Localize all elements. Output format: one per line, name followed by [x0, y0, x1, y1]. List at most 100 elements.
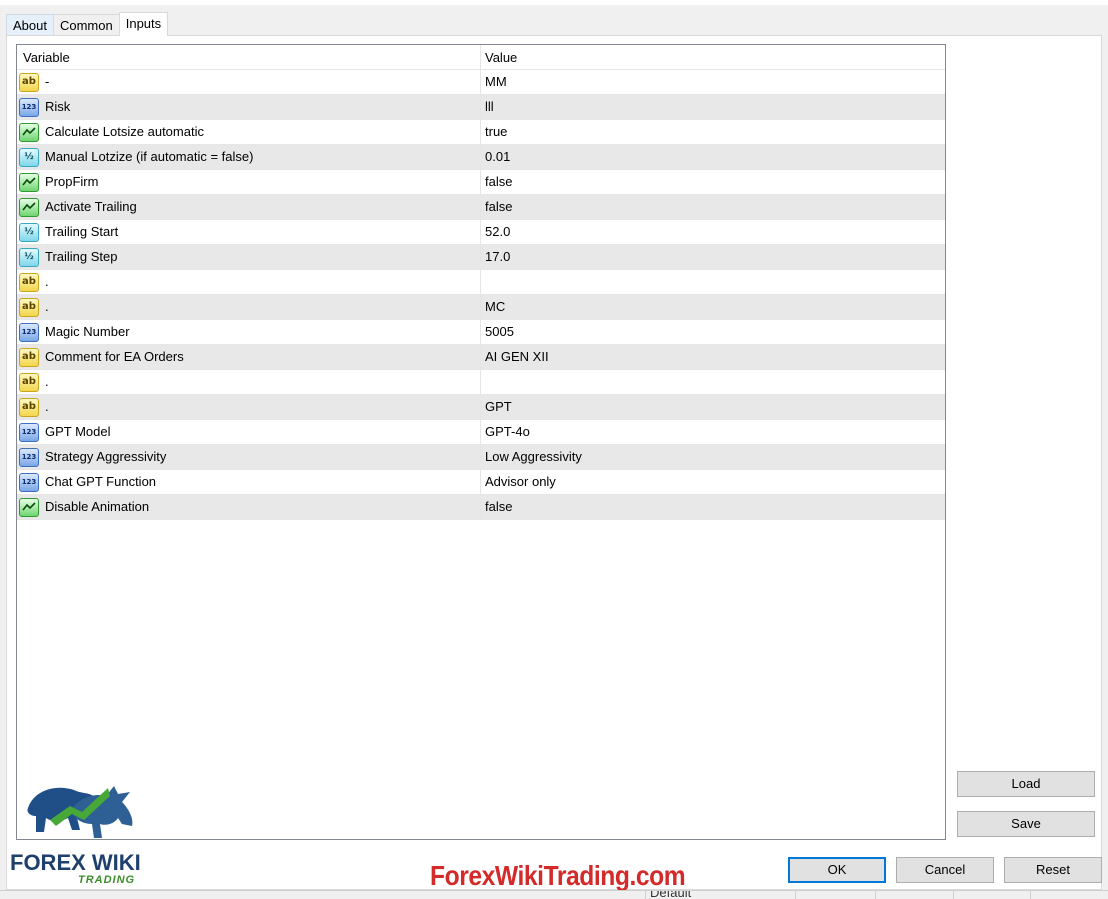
value-cell[interactable]: [481, 270, 945, 294]
string-icon: ab: [19, 347, 39, 367]
value-cell[interactable]: 52.0: [481, 220, 945, 244]
double-icon: ½: [19, 147, 39, 167]
variable-cell: ab Comment for EA Orders: [17, 345, 481, 369]
cancel-button[interactable]: Cancel: [896, 857, 994, 883]
tab-about[interactable]: About: [6, 14, 54, 36]
table-row[interactable]: 123 GPT Model GPT-4o: [17, 420, 945, 445]
table-row[interactable]: 123 Magic Number 5005: [17, 320, 945, 345]
variable-cell: ab .: [17, 395, 481, 419]
table-row[interactable]: ab - MM: [17, 70, 945, 95]
tab-common[interactable]: Common: [52, 14, 120, 36]
table-row[interactable]: ab Comment for EA Orders AI GEN XII: [17, 345, 945, 370]
bull-bear-logo-icon: [27, 786, 133, 838]
variable-cell: ab -: [17, 70, 481, 94]
variable-cell: 123 GPT Model: [17, 420, 481, 444]
value-cell[interactable]: false: [481, 495, 945, 519]
variable-cell: ½ Manual Lotzize (if automatic = false): [17, 145, 481, 169]
expert-properties-dialog: About Common Inputs Variable Value ab - M…: [0, 0, 1108, 899]
table-row[interactable]: 123 Risk lll: [17, 95, 945, 120]
table-row[interactable]: ½ Trailing Start 52.0: [17, 220, 945, 245]
value-cell[interactable]: 0.01: [481, 145, 945, 169]
variable-cell: 123 Strategy Aggressivity: [17, 445, 481, 469]
forexwiki-logo: FOREX WIKI TRADING: [10, 778, 160, 890]
string-icon: ab: [19, 297, 39, 317]
table-row[interactable]: Disable Animation false: [17, 495, 945, 520]
string-icon: ab: [19, 72, 39, 92]
table-row[interactable]: PropFirm false: [17, 170, 945, 195]
variable-cell: ½ Trailing Step: [17, 245, 481, 269]
grid-rows: ab - MM 123 Risk lll Calculate Lotsize automa…: [17, 70, 945, 520]
tab-bar: About Common Inputs: [6, 12, 169, 36]
tab-inputs[interactable]: Inputs: [118, 12, 169, 36]
variable-name: .: [45, 274, 49, 289]
watermark-text: ForexWikiTrading.com: [430, 860, 686, 891]
value-cell[interactable]: [481, 370, 945, 394]
variable-name: Chat GPT Function: [45, 474, 157, 489]
value-cell[interactable]: MM: [481, 70, 945, 94]
table-row[interactable]: ab .: [17, 370, 945, 395]
string-icon: ab: [19, 397, 39, 417]
table-row[interactable]: Activate Trailing false: [17, 195, 945, 220]
variable-cell: ab .: [17, 370, 481, 394]
double-icon: ½: [19, 247, 39, 267]
value-cell[interactable]: 17.0: [481, 245, 945, 269]
integer-icon: 123: [19, 97, 39, 117]
grid-header: Variable Value: [17, 45, 945, 70]
integer-icon: 123: [19, 322, 39, 342]
column-header-variable[interactable]: Variable: [17, 45, 481, 69]
variable-cell: 123 Magic Number: [17, 320, 481, 344]
value-cell[interactable]: Advisor only: [481, 470, 945, 494]
variable-name: Trailing Start: [45, 224, 119, 239]
variable-cell: 123 Risk: [17, 95, 481, 119]
double-icon: ½: [19, 222, 39, 242]
value-cell[interactable]: false: [481, 170, 945, 194]
variable-name: Magic Number: [45, 324, 130, 339]
table-row[interactable]: ½ Trailing Step 17.0: [17, 245, 945, 270]
value-cell[interactable]: lll: [481, 95, 945, 119]
integer-icon: 123: [19, 472, 39, 492]
value-cell[interactable]: MC: [481, 295, 945, 319]
value-cell[interactable]: Low Aggressivity: [481, 445, 945, 469]
variable-name: Disable Animation: [45, 499, 150, 514]
variable-name: Comment for EA Orders: [45, 349, 184, 364]
reset-button[interactable]: Reset: [1004, 857, 1102, 883]
variable-name: .: [45, 374, 49, 389]
table-row[interactable]: ab . MC: [17, 295, 945, 320]
value-cell[interactable]: false: [481, 195, 945, 219]
value-cell[interactable]: true: [481, 120, 945, 144]
table-row[interactable]: ½ Manual Lotzize (if automatic = false) 0.…: [17, 145, 945, 170]
save-button[interactable]: Save: [957, 811, 1095, 837]
variable-cell: Disable Animation: [17, 495, 481, 519]
column-header-value[interactable]: Value: [481, 45, 945, 69]
variable-name: Strategy Aggressivity: [45, 449, 167, 464]
string-icon: ab: [19, 372, 39, 392]
ok-button[interactable]: OK: [788, 857, 886, 883]
variable-name: Calculate Lotsize automatic: [45, 124, 204, 139]
variable-name: GPT Model: [45, 424, 111, 439]
variable-cell: 123 Chat GPT Function: [17, 470, 481, 494]
string-icon: ab: [19, 272, 39, 292]
variable-cell: ½ Trailing Start: [17, 220, 481, 244]
variable-name: Manual Lotzize (if automatic = false): [45, 149, 254, 164]
variable-name: Risk: [45, 99, 71, 114]
bool-icon: [19, 497, 39, 517]
variable-name: -: [45, 74, 50, 89]
variable-name: .: [45, 399, 49, 414]
bool-icon: [19, 172, 39, 192]
table-row[interactable]: Calculate Lotsize automatic true: [17, 120, 945, 145]
table-row[interactable]: ab .: [17, 270, 945, 295]
bool-icon: [19, 122, 39, 142]
table-row[interactable]: ab . GPT: [17, 395, 945, 420]
logo-sub-text: TRADING: [78, 874, 136, 886]
variable-cell: Activate Trailing: [17, 195, 481, 219]
value-cell[interactable]: GPT: [481, 395, 945, 419]
table-row[interactable]: 123 Strategy Aggressivity Low Aggressivity: [17, 445, 945, 470]
value-cell[interactable]: GPT-4o: [481, 420, 945, 444]
table-row[interactable]: 123 Chat GPT Function Advisor only: [17, 470, 945, 495]
variable-name: Activate Trailing: [45, 199, 137, 214]
value-cell[interactable]: 5005: [481, 320, 945, 344]
load-button[interactable]: Load: [957, 771, 1095, 797]
variable-name: PropFirm: [45, 174, 99, 189]
integer-icon: 123: [19, 422, 39, 442]
value-cell[interactable]: AI GEN XII: [481, 345, 945, 369]
